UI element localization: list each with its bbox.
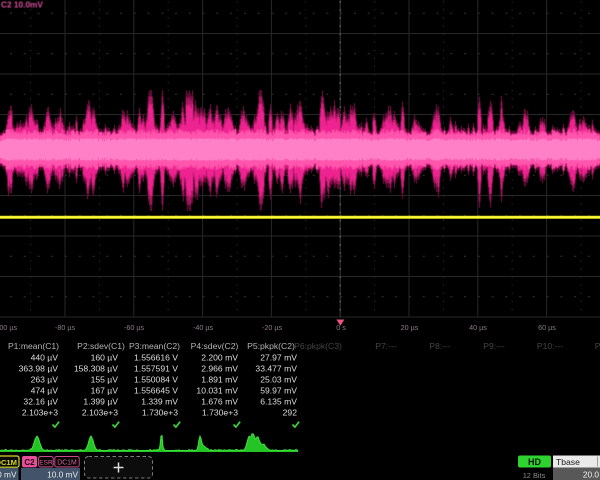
svg-text:1.676 mV: 1.676 mV (201, 397, 238, 407)
svg-text:25.03 mV: 25.03 mV (260, 375, 297, 385)
svg-text:1.730e+3: 1.730e+3 (202, 408, 238, 418)
svg-text:2.103e+3: 2.103e+3 (22, 408, 58, 418)
svg-text:P3:mean(C2): P3:mean(C2) (129, 341, 180, 351)
svg-text:20 µs: 20 µs (401, 323, 419, 332)
svg-text:C2 10.0mV: C2 10.0mV (1, 0, 43, 10)
svg-text:60 µs: 60 µs (538, 323, 556, 332)
svg-text:-80 µs: -80 µs (55, 323, 76, 332)
svg-text:59.97 mV: 59.97 mV (260, 386, 297, 396)
svg-text:40 µs: 40 µs (469, 323, 487, 332)
svg-text:0 s: 0 s (336, 323, 346, 332)
svg-text:2.200 mV: 2.200 mV (201, 353, 238, 363)
svg-text:-20 µs: -20 µs (262, 323, 283, 332)
svg-text:167 µV: 167 µV (91, 386, 119, 396)
svg-text:1.556645 V: 1.556645 V (134, 386, 178, 396)
svg-text:10.031 mV: 10.031 mV (196, 386, 238, 396)
svg-text:-100 µs: -100 µs (0, 323, 17, 332)
svg-text:DC1M: DC1M (0, 458, 17, 467)
svg-text:33.477 mV: 33.477 mV (255, 364, 297, 374)
svg-text:P10:---: P10:--- (537, 341, 563, 351)
svg-text:1.550084 V: 1.550084 V (134, 375, 178, 385)
svg-text:1.730e+3: 1.730e+3 (142, 408, 178, 418)
svg-text:0 mV: 0 mV (0, 470, 17, 480)
svg-text:1.556616 V: 1.556616 V (134, 353, 178, 363)
svg-text:P8:---: P8:--- (429, 341, 451, 351)
svg-text:292: 292 (283, 408, 298, 418)
svg-text:27.97 mV: 27.97 mV (260, 353, 297, 363)
svg-text:P2:sdev(C1): P2:sdev(C1) (77, 341, 125, 351)
svg-text:2.966 mV: 2.966 mV (201, 364, 238, 374)
svg-text:32.16 µV: 32.16 µV (23, 397, 58, 407)
svg-text:-40 µs: -40 µs (193, 323, 214, 332)
svg-text:P1: P1 (595, 341, 600, 351)
svg-text:P9:---: P9:--- (483, 341, 505, 351)
svg-text:12 Bits: 12 Bits (523, 471, 546, 480)
svg-text:155 µV: 155 µV (91, 375, 119, 385)
svg-text:P5:pkpk(C2): P5:pkpk(C2) (247, 341, 295, 351)
svg-text:20.0: 20.0 (583, 470, 600, 480)
svg-text:C2: C2 (24, 458, 35, 467)
svg-text:474 µV: 474 µV (31, 386, 59, 396)
svg-text:1.339 mV: 1.339 mV (141, 397, 178, 407)
svg-text:P7:---: P7:--- (375, 341, 397, 351)
svg-text:263 µV: 263 µV (31, 375, 59, 385)
svg-text:10.0 mV: 10.0 mV (47, 470, 78, 480)
svg-text:1.891 mV: 1.891 mV (201, 375, 238, 385)
svg-text:363.98 µV: 363.98 µV (19, 364, 59, 374)
svg-text:6.135 mV: 6.135 mV (260, 397, 297, 407)
svg-text:HD: HD (528, 457, 541, 467)
svg-text:P6:pkpk(C3): P6:pkpk(C3) (294, 341, 342, 351)
svg-text:Tbase: Tbase (556, 457, 580, 467)
svg-text:160 µV: 160 µV (91, 353, 119, 363)
svg-text:158.308 µV: 158.308 µV (74, 364, 118, 374)
svg-text:1.557591 V: 1.557591 V (134, 364, 178, 374)
svg-text:ESR: ESR (39, 460, 53, 467)
svg-text:P4:sdev(C2): P4:sdev(C2) (191, 341, 239, 351)
svg-text:2.103e+3: 2.103e+3 (82, 408, 118, 418)
svg-text:DC1M: DC1M (57, 460, 77, 467)
svg-text:1.399 µV: 1.399 µV (83, 397, 118, 407)
svg-text:P1:mean(C1): P1:mean(C1) (8, 341, 59, 351)
svg-text:-60 µs: -60 µs (124, 323, 145, 332)
svg-text:440 µV: 440 µV (31, 353, 59, 363)
